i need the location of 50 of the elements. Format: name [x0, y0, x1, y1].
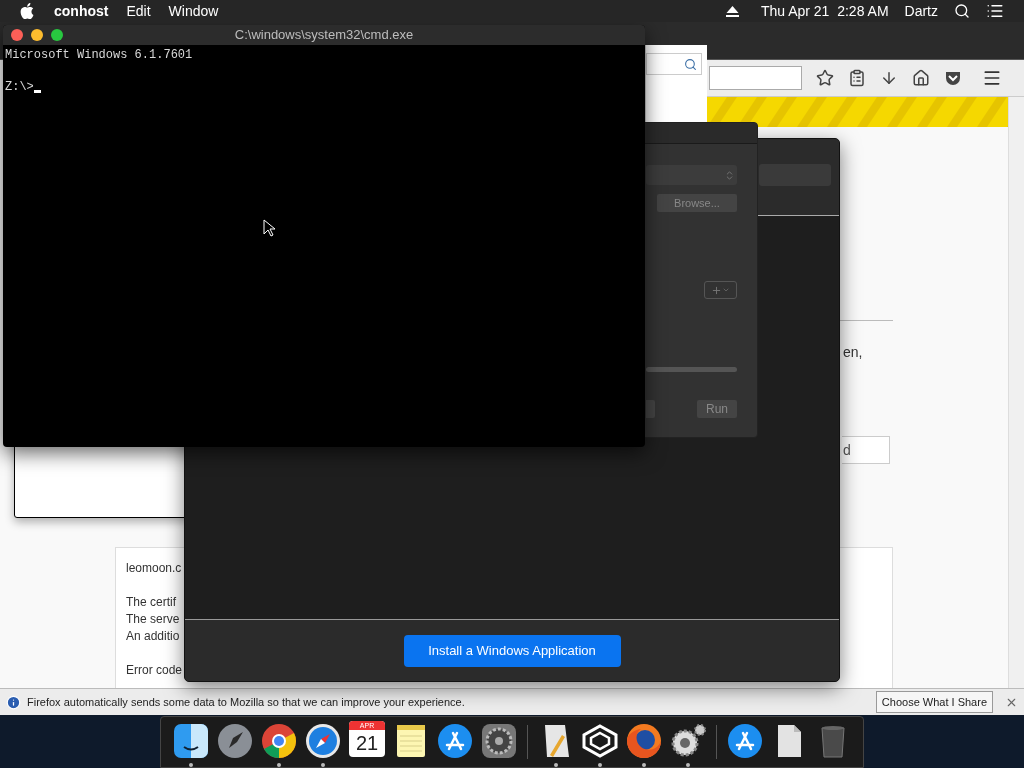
gear-icon[interactable]	[479, 721, 519, 761]
zoom-button[interactable]	[51, 29, 63, 41]
home-icon[interactable]	[912, 69, 930, 87]
terminal-output: Microsoft Windows 6.1.7601	[5, 47, 194, 63]
info-icon	[6, 694, 21, 710]
calendar-day: 21	[355, 730, 379, 756]
pointer-icon	[263, 219, 275, 237]
menu-item[interactable]: Window	[168, 0, 219, 22]
menu-clock[interactable]: Thu Apr 21 2:28 AM	[760, 0, 889, 22]
app-store-icon[interactable]	[435, 721, 475, 761]
notification-text: Firefox automatically sends some data to Mozilla so that we can improve your experience.	[27, 694, 466, 710]
terminal-prompt: Z:\>	[5, 79, 34, 95]
error-text: The serve	[126, 611, 181, 628]
plus-icon	[711, 284, 722, 296]
error-text: leomoon.c	[126, 560, 183, 577]
face-icon[interactable]	[171, 721, 211, 761]
minimize-button[interactable]	[31, 29, 43, 41]
updown-icon	[724, 169, 735, 181]
app-store-icon[interactable]	[725, 721, 765, 761]
add-menu-button[interactable]	[704, 281, 737, 299]
install-button[interactable]: Install a Windows Application	[403, 634, 621, 667]
compass-icon[interactable]	[303, 721, 343, 761]
menu-user[interactable]: Dartz	[904, 0, 938, 22]
chevron-down-icon	[722, 286, 730, 294]
chrome-icon[interactable]	[259, 721, 299, 761]
menu-item[interactable]: Edit	[126, 0, 151, 22]
list-icon[interactable]	[986, 2, 1004, 20]
eject-icon[interactable]	[725, 5, 739, 17]
close-button[interactable]	[11, 29, 23, 41]
menu-icon[interactable]	[982, 68, 1002, 88]
clipboard-icon[interactable]	[848, 69, 866, 87]
search-icon[interactable]	[954, 3, 970, 19]
url-field[interactable]	[709, 66, 802, 90]
text-cursor	[33, 90, 41, 93]
scrollbar[interactable]	[1008, 97, 1024, 688]
menu-app-name[interactable]: conhost	[54, 0, 109, 22]
error-text: An additio	[126, 628, 181, 645]
text-field[interactable]: d	[842, 436, 890, 464]
bookmark-star-icon[interactable]	[816, 69, 834, 87]
pocket-icon[interactable]	[944, 69, 962, 87]
error-text: The certif	[126, 594, 177, 611]
firefox-icon[interactable]	[624, 721, 664, 761]
search-icon	[684, 57, 697, 71]
error-text: Error code	[126, 662, 184, 679]
download-icon[interactable]	[880, 69, 898, 87]
choose-what-i-share-button[interactable]: Choose What I Share	[875, 691, 993, 713]
window-title: C:\windows\system32\cmd.exe	[234, 26, 414, 45]
search-field[interactable]	[646, 53, 702, 75]
apple-icon[interactable]	[20, 3, 34, 19]
page-text: en,	[843, 343, 863, 362]
